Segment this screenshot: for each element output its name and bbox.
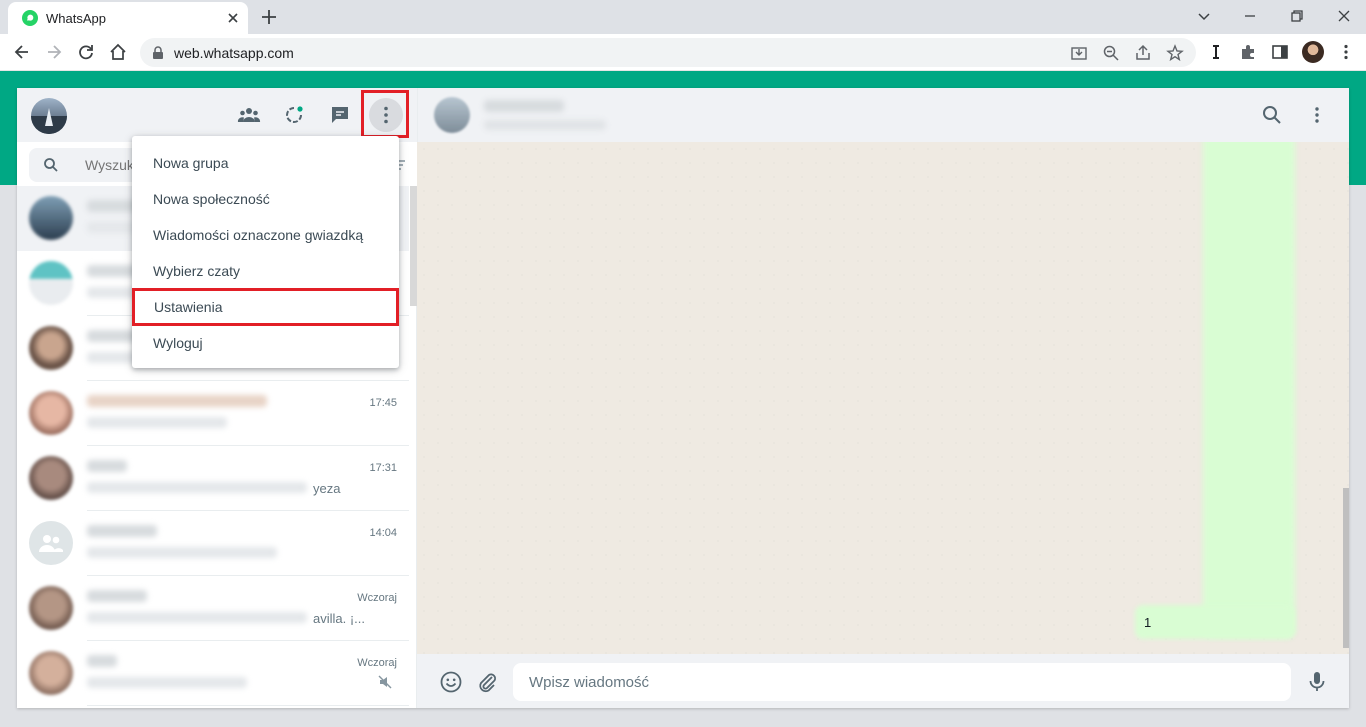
close-tab-icon[interactable] [224, 9, 242, 27]
main-menu-dropdown: Nowa grupa Nowa społeczność Wiadomości o… [132, 136, 399, 368]
side-panel-icon[interactable] [1270, 42, 1290, 62]
contact-name-redacted [484, 100, 564, 112]
chat-avatar [29, 196, 73, 240]
chat-time: 17:31 [369, 462, 397, 474]
bookmark-star-icon[interactable] [1166, 44, 1184, 62]
chat-time: Wczoraj [357, 657, 397, 669]
browser-tab[interactable]: WhatsApp [8, 2, 248, 34]
emoji-icon[interactable] [439, 670, 463, 694]
url-text: web.whatsapp.com [174, 45, 294, 61]
chat-list-scrollbar[interactable] [410, 186, 417, 306]
menu-item-select-chats[interactable]: Wybierz czaty [132, 253, 399, 289]
microphone-icon[interactable] [1305, 670, 1329, 694]
chat-time: 14:04 [369, 527, 397, 539]
chat-name-redacted [87, 655, 117, 667]
zoom-icon[interactable] [1102, 44, 1120, 62]
whatsapp-app: 17:45 yeza 17:31 14:04 [17, 88, 1349, 708]
my-avatar[interactable] [31, 98, 67, 134]
menu-item-new-community[interactable]: Nowa społeczność [132, 181, 399, 217]
sidebar-header [17, 88, 417, 142]
muted-icon [378, 675, 392, 689]
message-input[interactable] [513, 663, 1291, 701]
group-icon [39, 535, 63, 552]
chat-avatar [29, 586, 73, 630]
chat-avatar [29, 651, 73, 695]
divider [87, 705, 409, 706]
chat-preview-redacted [87, 482, 307, 493]
chat-item[interactable]: 17:45 [17, 381, 409, 446]
address-bar[interactable]: web.whatsapp.com [140, 38, 1196, 67]
outgoing-message-bubble [1135, 605, 1295, 639]
install-app-icon[interactable] [1070, 44, 1088, 62]
chat-avatar [29, 456, 73, 500]
close-window-icon[interactable] [1334, 6, 1354, 26]
menu-highlight-box [361, 90, 409, 138]
search-messages-icon[interactable] [1261, 104, 1283, 126]
whatsapp-favicon-icon [22, 10, 38, 26]
browser-tab-bar: WhatsApp [0, 0, 1366, 34]
restore-icon[interactable] [1287, 6, 1307, 26]
chat-avatar [29, 261, 73, 305]
search-icon [44, 158, 58, 172]
conversation-menu-icon[interactable] [1306, 104, 1328, 126]
message-area: 1 [417, 142, 1349, 654]
menu-icon [384, 106, 388, 124]
new-tab-icon[interactable] [259, 7, 279, 27]
home-icon[interactable] [108, 42, 128, 62]
chat-item[interactable]: yeza 17:31 [17, 446, 409, 511]
group-avatar [29, 521, 73, 565]
chat-preview-redacted [87, 677, 247, 688]
contact-avatar[interactable] [434, 97, 470, 133]
chat-name-redacted [87, 395, 267, 407]
forward-icon[interactable] [44, 42, 64, 62]
menu-item-starred-messages[interactable]: Wiadomości oznaczone gwiazdką [132, 217, 399, 253]
menu-item-settings[interactable]: Ustawienia [132, 288, 399, 326]
message-area-scrollbar[interactable] [1343, 488, 1349, 648]
chat-name-redacted [87, 525, 157, 537]
profile-avatar[interactable] [1302, 41, 1324, 63]
chat-preview-tail: avilla. ¡... [313, 611, 366, 626]
chat-item[interactable]: Wczoraj [17, 641, 409, 706]
menu-item-new-group[interactable]: Nowa grupa [132, 145, 399, 181]
chat-avatar [29, 391, 73, 435]
conversation-pane: 1 [417, 88, 1349, 708]
chat-preview-redacted [87, 547, 277, 558]
compose-bar [417, 654, 1349, 708]
chat-preview-redacted [87, 417, 227, 428]
back-icon[interactable] [12, 42, 32, 62]
conversation-header[interactable] [417, 88, 1349, 142]
status-icon[interactable] [282, 103, 306, 127]
chat-item[interactable]: avilla. ¡... Wczoraj [17, 576, 409, 641]
minimize-icon[interactable] [1240, 6, 1260, 26]
chat-name-redacted [87, 460, 127, 472]
tab-search-icon[interactable] [1194, 6, 1214, 26]
attach-icon[interactable] [475, 670, 499, 694]
chat-name-redacted [87, 590, 147, 602]
browser-toolbar: web.whatsapp.com [0, 34, 1366, 71]
tab-title: WhatsApp [46, 11, 106, 26]
menu-item-logout[interactable]: Wyloguj [132, 325, 399, 361]
community-icon[interactable] [237, 103, 261, 127]
outgoing-message-redacted [1203, 142, 1295, 637]
menu-button[interactable] [369, 98, 403, 132]
chat-avatar [29, 326, 73, 370]
share-icon[interactable] [1134, 44, 1152, 62]
new-chat-icon[interactable] [328, 103, 352, 127]
chat-preview-tail: yeza [313, 481, 341, 496]
chat-time: 17:45 [369, 397, 397, 409]
contact-status-redacted [484, 120, 606, 130]
chat-item[interactable]: 14:04 [17, 511, 409, 576]
extensions-puzzle-icon[interactable] [1238, 42, 1258, 62]
reload-icon[interactable] [76, 42, 96, 62]
lock-icon[interactable] [152, 46, 164, 60]
chat-time: Wczoraj [357, 592, 397, 604]
chat-preview-redacted [87, 612, 307, 623]
browser-menu-icon[interactable] [1336, 42, 1356, 62]
sidebar: 17:45 yeza 17:31 14:04 [17, 88, 417, 708]
extension-i-icon[interactable] [1206, 42, 1226, 62]
message-text: 1 [1144, 615, 1152, 630]
